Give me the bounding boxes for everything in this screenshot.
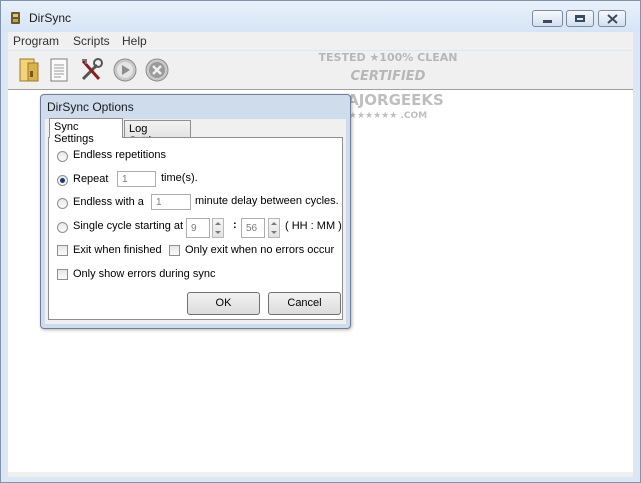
tab-log-settings[interactable]: Log Settings xyxy=(124,120,191,147)
menu-program[interactable]: Program xyxy=(13,34,59,48)
minimize-button[interactable] xyxy=(532,10,563,27)
only-exit-no-errors-label: Only exit when no errors occur xyxy=(185,244,335,256)
menu-bar: Program Scripts Help xyxy=(8,32,633,50)
repeat-suffix-label: time(s). xyxy=(161,172,198,184)
time-colon: : xyxy=(233,219,237,231)
dialog-title: DirSync Options xyxy=(47,100,134,114)
only-exit-no-errors-checkbox[interactable] xyxy=(169,245,180,256)
open-folder-button[interactable] xyxy=(16,57,42,83)
ok-button[interactable]: OK xyxy=(187,292,260,315)
maximize-button[interactable] xyxy=(566,10,594,27)
repeat-radio[interactable] xyxy=(57,175,68,186)
spin-up-icon xyxy=(215,222,221,225)
only-show-errors-label: Only show errors during sync xyxy=(73,268,216,280)
spin-down-icon xyxy=(271,231,277,234)
exit-when-finished-label: Exit when finished xyxy=(73,244,162,256)
watermark-line-1: TESTED ★100% CLEAN xyxy=(318,51,458,64)
tools-icon xyxy=(81,58,103,81)
status-bar xyxy=(8,472,633,477)
app-icon xyxy=(9,11,23,25)
repeat-label: Repeat xyxy=(73,173,109,185)
endless-with-delay-radio[interactable] xyxy=(57,198,68,209)
dialog-body: Sync Settings Log Settings Endless repet… xyxy=(45,118,346,324)
stop-sync-button[interactable] xyxy=(144,57,170,83)
title-bar[interactable]: DirSync xyxy=(1,1,640,32)
options-button[interactable] xyxy=(79,57,105,83)
tab-sync-settings[interactable]: Sync Settings xyxy=(49,118,123,145)
new-document-button[interactable] xyxy=(46,57,72,83)
single-cycle-label: Single cycle starting at xyxy=(73,220,184,232)
watermark-line-2: CERTIFIED xyxy=(350,69,426,84)
single-cycle-radio[interactable] xyxy=(57,222,68,233)
close-icon xyxy=(607,14,618,24)
endless-with-label: Endless with a xyxy=(73,196,144,208)
start-minute-spinner[interactable] xyxy=(268,218,280,238)
exit-when-finished-checkbox[interactable] xyxy=(57,245,68,256)
sync-settings-panel: Endless repetitions Repeat 1 time(s). En… xyxy=(48,137,343,320)
spin-up-icon xyxy=(271,222,277,225)
minimize-icon xyxy=(543,20,552,23)
maximize-icon xyxy=(575,15,585,22)
play-icon xyxy=(113,58,137,82)
start-hour-spinner[interactable] xyxy=(212,218,224,238)
window-title: DirSync xyxy=(29,11,72,25)
repeat-count-input[interactable]: 1 xyxy=(117,171,156,187)
time-format-label: ( HH : MM ) xyxy=(285,220,342,232)
start-hour-input[interactable]: 9 xyxy=(186,218,210,238)
only-show-errors-checkbox[interactable] xyxy=(57,269,68,280)
delay-minutes-input[interactable]: 1 xyxy=(151,194,191,210)
endless-repetitions-label: Endless repetitions xyxy=(73,149,166,161)
close-button[interactable] xyxy=(598,10,626,27)
delay-suffix-label: minute delay between cycles. xyxy=(195,195,339,207)
menu-scripts[interactable]: Scripts xyxy=(73,34,110,48)
folder-icon xyxy=(19,58,39,82)
start-sync-button[interactable] xyxy=(112,57,138,83)
stop-icon xyxy=(145,58,169,82)
start-minute-input[interactable]: 56 xyxy=(241,218,265,238)
menu-help[interactable]: Help xyxy=(122,34,147,48)
document-icon xyxy=(50,58,68,82)
options-dialog: DirSync Options Sync Settings Log Settin… xyxy=(40,94,351,329)
endless-repetitions-radio[interactable] xyxy=(57,151,68,162)
cancel-button[interactable]: Cancel xyxy=(268,292,341,315)
spin-down-icon xyxy=(215,231,221,234)
